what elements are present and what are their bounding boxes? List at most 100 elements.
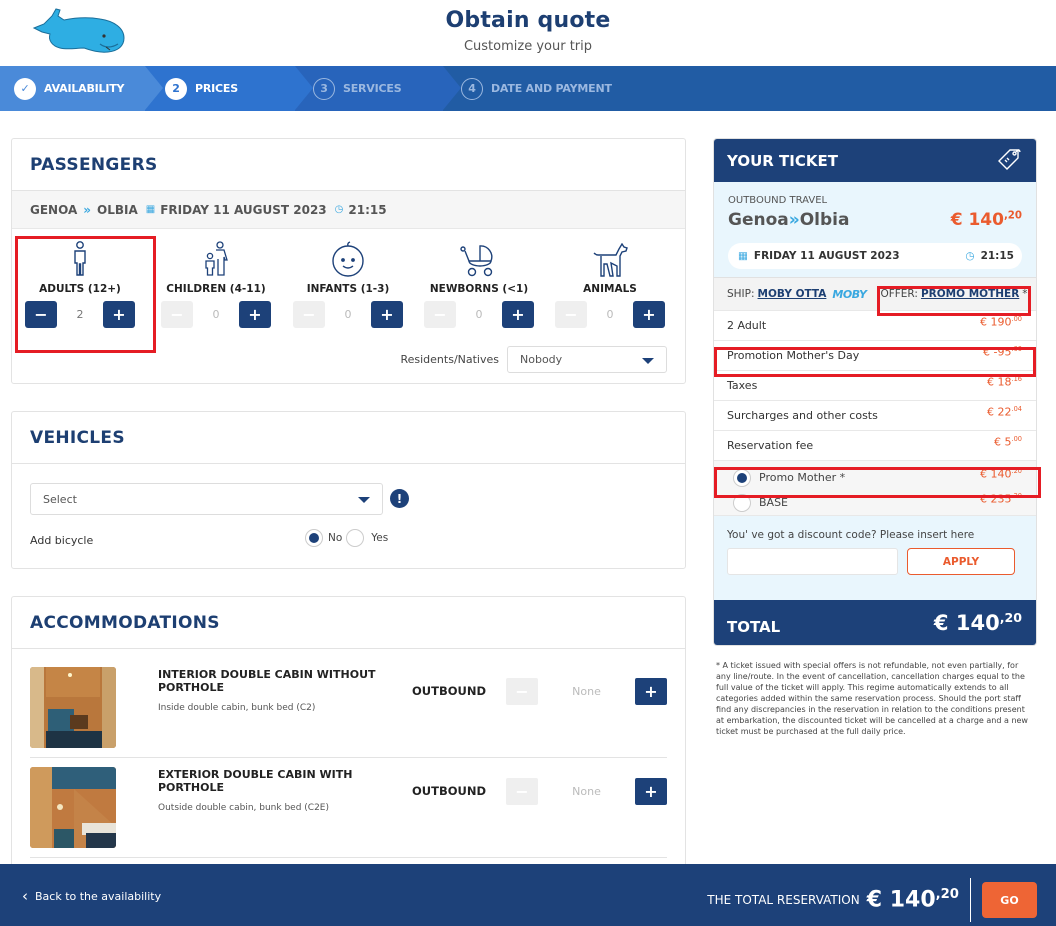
- accommodation-increment-button[interactable]: +: [635, 778, 667, 805]
- step-label: PRICES: [195, 82, 238, 95]
- ticket-to: Olbia: [799, 210, 850, 230]
- bicycle-no-radio[interactable]: [305, 529, 323, 547]
- ship-link[interactable]: MOBY OTTA: [758, 288, 827, 300]
- step-date-payment: 4 DATE AND PAYMENT: [443, 66, 1056, 111]
- discount-code-input[interactable]: [727, 548, 898, 575]
- ticket-date: ▦ FRIDAY 11 AUGUST 2023: [738, 250, 900, 262]
- infants-increment-button[interactable]: +: [371, 301, 403, 328]
- price-line: Reservation fee € 5.00: [714, 430, 1036, 460]
- progress-steps: ✓ AVAILABILITY 2 PRICES 3 SERVICES 4 DAT…: [0, 66, 1056, 111]
- children-count: 0: [212, 308, 220, 321]
- footer-total-amount: € 140,20: [867, 887, 959, 912]
- price-line-label: Surcharges and other costs: [727, 409, 878, 422]
- accommodation-increment-button[interactable]: +: [635, 678, 667, 705]
- accommodation-item: INTERIOR DOUBLE CABIN WITHOUT PORTHOLE I…: [30, 658, 667, 758]
- step-prices[interactable]: 2 PRICES: [145, 66, 313, 111]
- cabin-photo[interactable]: [30, 767, 116, 848]
- accommodation-decrement-button[interactable]: −: [506, 678, 538, 705]
- newborns-increment-button[interactable]: +: [502, 301, 534, 328]
- step-availability[interactable]: ✓ AVAILABILITY: [0, 66, 163, 111]
- ticket-price: € 140,20: [951, 210, 1022, 230]
- info-icon[interactable]: !: [390, 489, 409, 508]
- footer-bar: ‹ Back to the availability THE TOTAL RES…: [0, 864, 1056, 926]
- ticket-title: YOUR TICKET: [727, 151, 838, 170]
- ticket-header: YOUR TICKET: [714, 139, 1036, 182]
- vehicle-select[interactable]: Select: [30, 483, 383, 515]
- accommodation-item: EXTERIOR DOUBLE CABIN WITH PORTHOLE Outs…: [30, 758, 667, 858]
- route-bar: GENOA » OLBIA ▦ FRIDAY 11 AUGUST 2023 ◷ …: [12, 191, 685, 229]
- passenger-type-label: ANIMALS: [583, 283, 637, 295]
- discount-section: You' ve got a discount code? Please inse…: [714, 515, 1036, 600]
- clock-icon: ◷: [965, 250, 975, 262]
- children-increment-button[interactable]: +: [239, 301, 271, 328]
- animals-count: 0: [606, 308, 614, 321]
- page-subtitle: Customize your trip: [463, 39, 593, 54]
- accommodation-decrement-button[interactable]: −: [506, 778, 538, 805]
- bicycle-yes-radio[interactable]: [346, 529, 365, 547]
- route-from: GENOA: [30, 202, 78, 217]
- route-to: OLBIA: [97, 202, 138, 217]
- passenger-type-label: NEWBORNS (<1): [429, 283, 529, 295]
- stroller-icon: [419, 237, 539, 277]
- price-integer: € 140: [950, 210, 1004, 230]
- price-line-amount: € 5.00: [994, 435, 1022, 449]
- price-line: Surcharges and other costs € 22.04: [714, 400, 1036, 430]
- ticket-date-pill: ▦ FRIDAY 11 AUGUST 2023 ◷ 21:15: [728, 243, 1022, 269]
- newborns-stepper: − 0 +: [419, 301, 539, 328]
- residents-label: Residents/Natives: [400, 353, 499, 366]
- passenger-type-children: CHILDREN (4-11) − 0 +: [156, 237, 276, 328]
- ticket-route: Genoa»Olbia € 140,20: [714, 206, 1036, 230]
- highlight-box-adults: [15, 236, 156, 353]
- infant-icon: [288, 237, 408, 277]
- footer-total: THE TOTAL RESERVATION € 140,20 GO: [707, 878, 1037, 922]
- moby-brand-logo: MOBY: [832, 287, 867, 301]
- cabin-photo[interactable]: [30, 667, 116, 748]
- footer-total-label: THE TOTAL RESERVATION: [707, 893, 860, 907]
- accommodations-title: ACCOMMODATIONS: [12, 597, 685, 649]
- price-line-amount: € 190.00: [980, 315, 1022, 329]
- amount-integer: € 190: [980, 315, 1012, 329]
- outbound-label: OUTBOUND TRAVEL: [728, 195, 828, 206]
- infants-decrement-button[interactable]: −: [293, 301, 325, 328]
- calendar-icon: ▦: [738, 250, 748, 262]
- ticket-time: ◷ 21:15: [965, 250, 1014, 262]
- accommodations-card: ACCOMMODATIONS INTERIOR DOUBLE CABIN WIT…: [11, 596, 686, 876]
- step-label: DATE AND PAYMENT: [491, 82, 612, 95]
- accommodation-direction: OUTBOUND: [412, 684, 487, 698]
- children-stepper: − 0 +: [156, 301, 276, 328]
- bicycle-radio-group: No Yes: [305, 529, 388, 547]
- newborns-decrement-button[interactable]: −: [424, 301, 456, 328]
- bicycle-no-label: No: [328, 532, 343, 544]
- animals-decrement-button[interactable]: −: [555, 301, 587, 328]
- accommodation-direction: OUTBOUND: [412, 784, 487, 798]
- residents-field: Residents/Natives Nobody: [400, 346, 667, 373]
- accommodation-count: None: [572, 685, 601, 698]
- vehicles-title: VEHICLES: [12, 412, 685, 464]
- passenger-type-label: CHILDREN (4-11): [166, 283, 266, 295]
- passenger-type-animals: ANIMALS − 0 +: [550, 237, 670, 328]
- vehicle-select-value: Select: [43, 492, 77, 506]
- amount-decimal: .04: [1011, 404, 1023, 413]
- children-decrement-button[interactable]: −: [161, 301, 193, 328]
- animals-increment-button[interactable]: +: [633, 301, 665, 328]
- discount-prompt: You' ve got a discount code? Please inse…: [727, 529, 975, 541]
- price-decimal: ,20: [1003, 210, 1022, 222]
- go-button[interactable]: GO: [982, 882, 1037, 918]
- add-bicycle-label: Add bicycle: [30, 534, 94, 547]
- amount-integer: € 5: [994, 435, 1012, 449]
- price-line-amount: € 22.04: [987, 405, 1022, 419]
- passenger-type-infants: INFANTS (1-3) − 0 +: [288, 237, 408, 328]
- residents-value: Nobody: [520, 353, 563, 366]
- double-chevron-icon: »: [83, 202, 92, 217]
- accommodation-description: Outside double cabin, bunk bed (C2E): [158, 803, 329, 813]
- route-time: 21:15: [348, 202, 387, 217]
- residents-select[interactable]: Nobody: [507, 346, 667, 373]
- apply-button[interactable]: APPLY: [907, 548, 1015, 575]
- back-to-availability-link[interactable]: ‹ Back to the availability: [22, 887, 161, 905]
- price-line-label: Reservation fee: [727, 439, 814, 452]
- highlight-box-offer: [877, 286, 1031, 316]
- step-number: 2: [165, 77, 187, 100]
- back-label: Back to the availability: [35, 889, 162, 903]
- newborns-count: 0: [475, 308, 483, 321]
- clock-icon: ◷: [334, 204, 344, 215]
